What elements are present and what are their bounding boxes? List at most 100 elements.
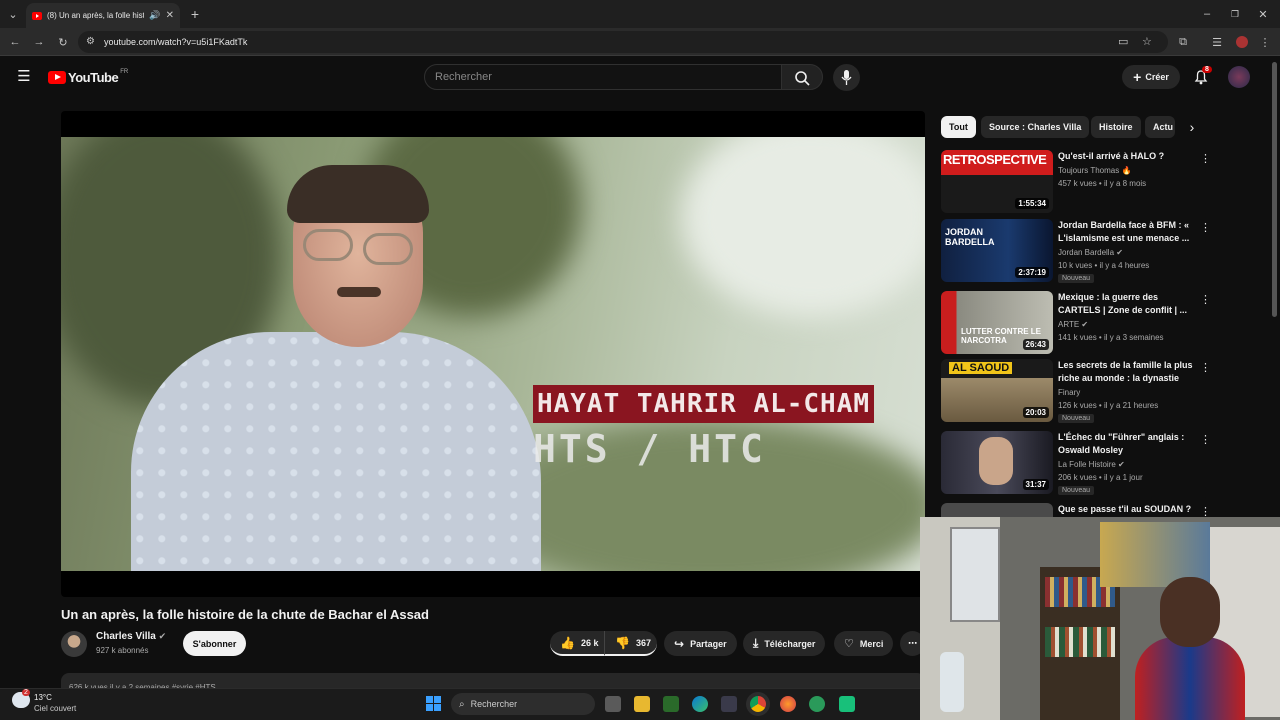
new-badge: Nouveau	[1058, 414, 1095, 423]
browser-tab-bar: ⌄ (8) Un an après, la folle histoire 🔊 ✕…	[0, 0, 1280, 28]
recommendation-thumbnail[interactable]: LUTTER CONTRE LE NARCOTRA 26:43	[941, 291, 1053, 354]
recommendation-thumbnail[interactable]: AL SAOUD 20:03	[941, 359, 1053, 422]
share-button[interactable]: ↪ Partager	[664, 631, 737, 656]
recommendation-item[interactable]: 31:37 L'Échec du "Führer" anglais : Oswa…	[941, 431, 1211, 495]
recommendation-thumbnail[interactable]: JORDAN BARDELLA 2:37:19	[941, 219, 1053, 282]
dislike-button[interactable]: 👎 367	[604, 631, 657, 656]
recommendation-title: L'Échec du "Führer" anglais : Oswald Mos…	[1058, 432, 1185, 455]
close-window-icon[interactable]: ✕	[1256, 7, 1270, 21]
account-avatar[interactable]	[1228, 66, 1250, 88]
restore-icon[interactable]: ❐	[1228, 7, 1242, 21]
region-code: FR	[120, 68, 129, 75]
tab-title: (8) Un an après, la folle histoire	[47, 11, 145, 20]
close-tab-icon[interactable]: ✕	[166, 10, 174, 21]
video-frame: HAYAT TAHRIR AL-CHAM HTS / HTC	[61, 137, 925, 571]
file-explorer-icon[interactable]	[634, 696, 650, 712]
duration-badge: 2:37:19	[1015, 267, 1049, 278]
thanks-label: Merci	[859, 638, 884, 649]
back-icon[interactable]: ←	[8, 35, 22, 49]
browser-menu-icon[interactable]: ⋮	[1258, 35, 1272, 49]
lower-third-title: HAYAT TAHRIR AL-CHAM	[533, 385, 874, 423]
channel-name[interactable]: Charles Villa ✔	[96, 631, 166, 642]
chips-next-chevron-icon[interactable]: ›	[1184, 119, 1200, 135]
address-toolbar: ← → ↻ ⚙ youtube.com/watch?v=u5i1FKadtTk …	[0, 28, 1280, 56]
recommendation-item[interactable]: RETROSPECTIVE 1:55:34 Qu'est-il arrivé à…	[941, 150, 1211, 214]
tab-list-chevron-icon[interactable]: ⌄	[6, 7, 20, 21]
cast-icon[interactable]: ▭	[1118, 35, 1128, 48]
person-shirt	[131, 332, 541, 571]
recommendation-meta: 141 k vues • il y a 3 semaines	[1058, 333, 1164, 342]
recommendation-item[interactable]: JORDAN BARDELLA 2:37:19 Jordan Bardella …	[941, 219, 1211, 283]
more-options-icon[interactable]: ⋮	[1200, 152, 1211, 165]
recommendation-thumbnail[interactable]	[941, 503, 1053, 517]
edge-browser-icon[interactable]	[692, 696, 708, 712]
minimize-icon[interactable]: –	[1200, 7, 1214, 21]
profile-avatar[interactable]	[1236, 36, 1248, 48]
more-options-icon[interactable]: ⋮	[1200, 505, 1211, 517]
browser-tab[interactable]: (8) Un an après, la folle histoire 🔊 ✕	[26, 3, 180, 28]
page-scrollbar[interactable]	[1272, 62, 1277, 317]
audio-playing-icon[interactable]: 🔊	[149, 10, 160, 21]
recommendation-item[interactable]: LUTTER CONTRE LE NARCOTRA 26:43 Mexique …	[941, 291, 1211, 355]
more-options-icon[interactable]: ⋮	[1200, 221, 1211, 234]
bookmark-star-icon[interactable]: ☆	[1142, 35, 1152, 48]
voice-search-button[interactable]	[833, 64, 860, 91]
recommendation-thumbnail[interactable]: 31:37	[941, 431, 1053, 494]
download-button[interactable]: ⤓ Télécharger	[743, 631, 826, 656]
youtube-play-logo-icon	[48, 71, 66, 84]
video-player[interactable]: HAYAT TAHRIR AL-CHAM HTS / HTC	[61, 111, 925, 597]
recommendation-channel: ARTE ✔	[1058, 320, 1089, 329]
create-button[interactable]: + Créer	[1122, 65, 1180, 89]
share-arrow-icon: ↪	[674, 636, 685, 651]
task-view-icon[interactable]	[605, 696, 621, 712]
recommendation-item[interactable]: AL SAOUD 20:03 Les secrets de la famille…	[941, 359, 1211, 423]
weather-cloud-icon[interactable]: 2	[12, 689, 30, 708]
notification-badge: 8	[1202, 66, 1212, 73]
url-text: youtube.com/watch?v=u5i1FKadtTk	[104, 37, 248, 47]
firefox-icon[interactable]	[780, 696, 796, 712]
whatsapp-icon[interactable]	[839, 696, 855, 712]
recommendation-item[interactable]: Que se passe t'il au SOUDAN ? ⋮	[941, 503, 1211, 517]
chip-news[interactable]: Actu	[1145, 116, 1175, 138]
extensions-icon[interactable]: ⧉	[1176, 35, 1190, 49]
share-label: Partager	[690, 638, 727, 649]
recommendation-thumbnail[interactable]: RETROSPECTIVE 1:55:34	[941, 150, 1053, 213]
reload-icon[interactable]: ↻	[56, 35, 70, 49]
xbox-icon[interactable]	[809, 696, 825, 712]
recommendation-channel: Finary	[1058, 388, 1081, 397]
youtube-logo[interactable]: YouTube FR	[48, 68, 129, 85]
site-info-icon[interactable]: ⚙	[86, 36, 95, 47]
chip-history[interactable]: Histoire	[1091, 116, 1141, 138]
windows-start-icon[interactable]	[426, 696, 441, 711]
thanks-button[interactable]: ♡ Merci	[834, 631, 894, 656]
subscribe-button[interactable]: S'abonner	[183, 631, 246, 656]
new-tab-icon[interactable]: +	[188, 6, 202, 22]
url-bar[interactable]: ⚙ youtube.com/watch?v=u5i1FKadtTk ▭ ☆	[78, 31, 1168, 53]
channel-name-text: Charles Villa	[96, 631, 156, 642]
taskbar-search[interactable]: ⌕ Rechercher	[451, 693, 595, 715]
recommendation-meta: 126 k vues • il y a 21 heures	[1058, 401, 1159, 410]
hamburger-menu-icon[interactable]: ☰	[16, 68, 32, 85]
download-label: Télécharger	[764, 638, 816, 649]
logo-text: YouTube	[68, 70, 119, 85]
search-button[interactable]	[781, 64, 823, 90]
chip-all[interactable]: Tout	[941, 116, 976, 138]
search-input[interactable]: Rechercher	[424, 64, 782, 90]
recommendation-channel: Jordan Bardella ✔	[1058, 248, 1123, 257]
more-options-icon[interactable]: ⋮	[1200, 433, 1211, 446]
reading-list-icon[interactable]: ☰	[1210, 35, 1224, 49]
more-options-icon[interactable]: ⋮	[1200, 293, 1211, 306]
like-count: 26 k	[580, 637, 599, 648]
forward-icon[interactable]: →	[32, 35, 46, 49]
thumbnail-portrait	[979, 437, 1013, 485]
thumbnail-caption: AL SAOUD	[949, 362, 1013, 374]
more-options-icon[interactable]: ⋮	[1200, 361, 1211, 374]
channel-avatar[interactable]	[61, 631, 87, 657]
like-button[interactable]: 👍 26 k	[550, 631, 607, 656]
chip-source[interactable]: Source : Charles Villa	[981, 116, 1090, 138]
nvidia-icon[interactable]	[663, 696, 679, 712]
notifications-button[interactable]: 8	[1192, 66, 1212, 86]
store-icon[interactable]	[721, 696, 737, 712]
recommendation-channel: Toujours Thomas 🔥	[1058, 166, 1132, 175]
chrome-browser-icon[interactable]	[750, 696, 766, 712]
